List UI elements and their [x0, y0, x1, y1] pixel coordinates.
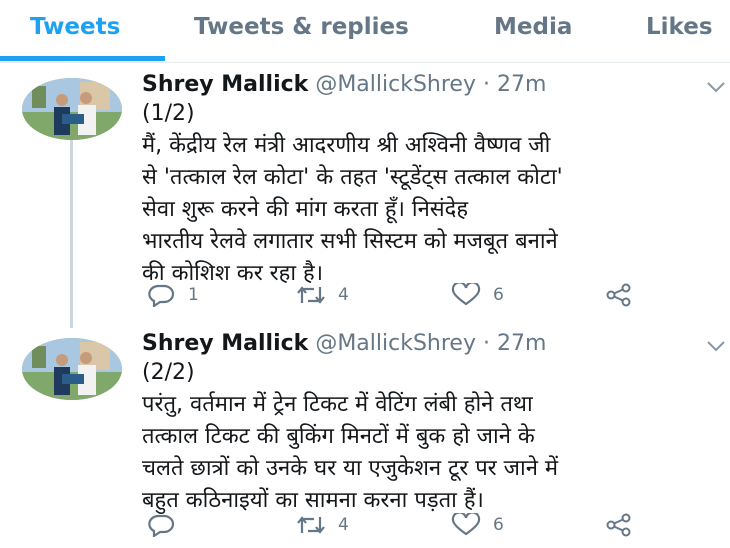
share-button[interactable]: [604, 279, 634, 311]
tweet-text-line: मैं, केंद्रीय रेल मंत्री आदरणीय श्री अश्…: [142, 133, 551, 158]
heart-icon: [451, 283, 481, 306]
retweet-icon: [297, 286, 325, 304]
author-handle[interactable]: @MallickShrey: [315, 331, 476, 356]
tweet-text-line: (1/2): [142, 101, 195, 126]
reply-count: 1: [188, 285, 199, 305]
tweet-header: Shrey Mallick @MallickShrey · 27m: [142, 72, 546, 97]
tweet-text-line: चलते छात्रों को उनके घर या एजुकेशन टूर प…: [142, 456, 559, 481]
retweet-button[interactable]: 4: [296, 509, 349, 541]
tweet-actions: 1 4 6: [0, 279, 730, 311]
profile-tabs: Tweets Tweets & replies Media Likes: [0, 0, 730, 63]
tweet-text-line: सेवा शुरू करने की मांग करता हूँ। निसंदेह: [142, 197, 469, 222]
tab-media[interactable]: Media: [494, 14, 572, 40]
tweet-timestamp[interactable]: · 27m: [483, 331, 546, 356]
tweet-text-line: से 'तत्काल रेल कोटा' के तहत 'स्टूडेंट्स …: [142, 165, 563, 190]
chevron-down-icon[interactable]: [706, 339, 726, 353]
tab-likes[interactable]: Likes: [646, 14, 713, 40]
share-button[interactable]: [604, 509, 634, 541]
author-name[interactable]: Shrey Mallick: [142, 72, 308, 97]
like-button[interactable]: 6: [451, 509, 504, 541]
like-button[interactable]: 6: [451, 279, 504, 311]
active-tab-indicator: [0, 56, 165, 61]
tab-tweets-and-replies[interactable]: Tweets & replies: [194, 14, 409, 40]
retweet-count: 4: [338, 515, 349, 535]
tweet-text-line: (2/2): [142, 360, 195, 385]
retweet-count: 4: [338, 285, 349, 305]
author-name[interactable]: Shrey Mallick: [142, 331, 308, 356]
tweet-text: (2/2) परंतु, वर्तमान में ट्रेन टिकट में …: [142, 357, 730, 517]
reply-button[interactable]: 1: [146, 279, 199, 311]
tweet-text-line: तत्काल टिकट की बुकिंग मिनटों में बुक हो …: [142, 424, 535, 449]
tab-tweets[interactable]: Tweets: [30, 14, 120, 40]
retweet-icon: [297, 516, 325, 534]
tweet-timestamp[interactable]: · 27m: [483, 72, 546, 97]
like-count: 6: [493, 515, 504, 535]
author-handle[interactable]: @MallickShrey: [315, 72, 476, 97]
tweet-header: Shrey Mallick @MallickShrey · 27m: [142, 331, 546, 356]
reply-icon: [148, 514, 175, 537]
share-icon: [606, 283, 631, 307]
share-icon: [606, 513, 631, 537]
tweet-text: (1/2) मैं, केंद्रीय रेल मंत्री आदरणीय श्…: [142, 98, 730, 290]
like-count: 6: [493, 285, 504, 305]
reply-icon: [148, 284, 175, 307]
avatar[interactable]: [22, 338, 122, 400]
reply-button[interactable]: [146, 509, 188, 541]
chevron-down-icon[interactable]: [706, 80, 726, 94]
heart-icon: [451, 513, 481, 536]
tweet-text-line: भारतीय रेलवे लगातार सभी सिस्टम को मजबूत …: [142, 229, 558, 254]
retweet-button[interactable]: 4: [296, 279, 349, 311]
tweet-text-line: परंतु, वर्तमान में ट्रेन टिकट में वेटिंग…: [142, 392, 533, 417]
tweet-actions: 4 6: [0, 509, 730, 541]
avatar[interactable]: [22, 78, 122, 140]
